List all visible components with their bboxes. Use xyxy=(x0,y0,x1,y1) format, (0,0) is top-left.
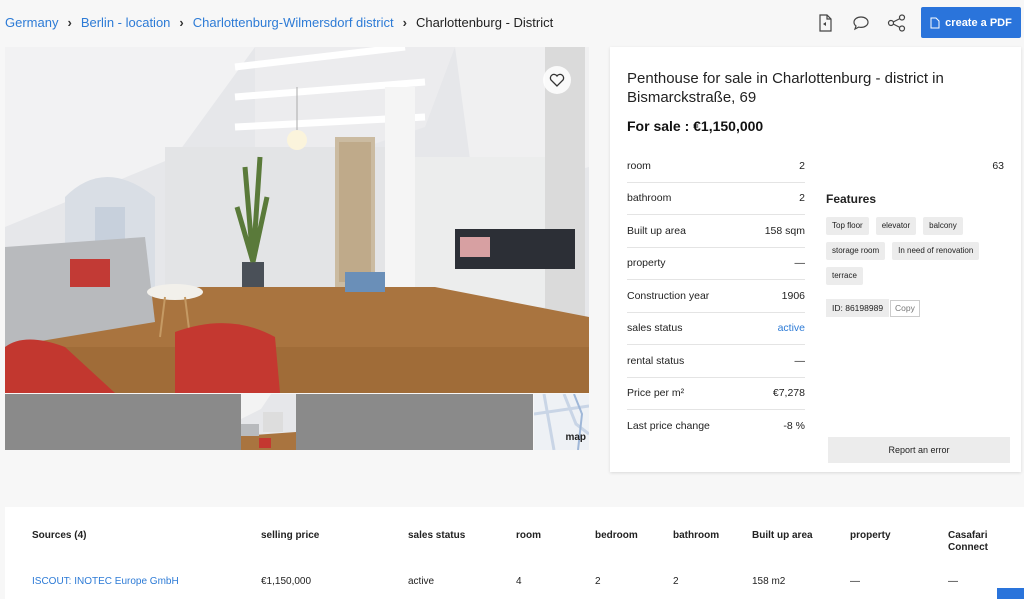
header-room: room xyxy=(516,530,541,541)
features-heading: Features xyxy=(826,192,877,206)
header-sources: Sources (4) xyxy=(32,530,87,541)
cell-bedroom: 2 xyxy=(595,576,601,587)
thumbnail-image[interactable] xyxy=(241,394,296,450)
header-bedroom: bedroom xyxy=(595,530,638,541)
attribute-label: property xyxy=(627,257,666,270)
comment-icon[interactable] xyxy=(843,8,879,38)
document-icon[interactable] xyxy=(807,8,843,38)
thumbnail-strip[interactable] xyxy=(5,394,533,450)
chevron-right-icon: › xyxy=(179,15,184,30)
breadcrumb: Germany › Berlin - location › Charlotten… xyxy=(5,15,553,30)
listing-id: ID: 86198989 xyxy=(826,299,890,317)
attribute-row-construction-year: Construction year 1906 xyxy=(627,280,805,313)
chat-launcher-button[interactable] xyxy=(997,588,1024,599)
attribute-value: 1906 xyxy=(781,289,805,302)
breadcrumb-berlin[interactable]: Berlin - location xyxy=(81,15,171,30)
cell-room: 4 xyxy=(516,576,522,587)
cell-bathroom: 2 xyxy=(673,576,679,587)
main-photo[interactable] xyxy=(5,47,589,393)
listing-price: For sale : €1,150,000 xyxy=(627,118,764,134)
features-tags: Top floor elevator balcony storage room … xyxy=(826,217,1016,292)
attribute-row-rental-status: rental status — xyxy=(627,345,805,378)
attribute-row-bathroom: bathroom 2 xyxy=(627,183,805,215)
listing-title: Penthouse for sale in Charlottenburg - d… xyxy=(627,70,944,106)
feature-tag: storage room xyxy=(826,242,886,260)
report-error-button[interactable]: Report an error xyxy=(828,437,1010,463)
breadcrumb-germany[interactable]: Germany xyxy=(5,15,58,30)
header-selling-price: selling price xyxy=(261,530,320,541)
photo-gallery: map xyxy=(5,47,589,450)
header-built-up-area: Built up area xyxy=(752,530,813,541)
header-property: property xyxy=(850,530,891,541)
pdf-icon xyxy=(930,17,940,28)
top-actions: create a PDF xyxy=(807,7,1024,38)
cell-selling-price: €1,150,000 xyxy=(261,576,312,587)
attribute-label: Construction year xyxy=(627,289,710,302)
attribute-row-price-per-m2: Price per m² €7,278 xyxy=(627,378,805,410)
share-icon[interactable] xyxy=(879,8,915,38)
attribute-value: — xyxy=(794,257,806,270)
attribute-label: Built up area xyxy=(627,224,686,237)
attribute-row-room: room 2 xyxy=(627,150,805,183)
source-link[interactable]: ISCOUT: INOTEC Europe GmbH xyxy=(32,576,179,588)
listing-details-card: Penthouse for sale in Charlottenburg - d… xyxy=(610,47,1021,472)
attribute-row-sales-status: sales status active xyxy=(627,313,805,345)
attribute-value: — xyxy=(794,354,806,367)
header-sales-status: sales status xyxy=(408,530,466,541)
cell-sales-status: active xyxy=(408,576,435,587)
feature-tag: terrace xyxy=(826,267,863,285)
listing-id-box: ID: 86198989 Copy xyxy=(826,299,920,317)
breadcrumb-district[interactable]: Charlottenburg-Wilmersdorf district xyxy=(193,15,394,30)
attribute-value: 2 xyxy=(799,159,805,172)
attribute-label: sales status xyxy=(627,322,683,335)
feature-tag: Top floor xyxy=(826,217,869,235)
attribute-value: 158 sqm xyxy=(764,224,805,237)
chevron-right-icon: › xyxy=(67,15,72,30)
cell-built-up-area: 158 m2 xyxy=(752,576,786,587)
breadcrumb-current: Charlottenburg - District xyxy=(415,15,554,30)
sales-status-link[interactable]: active xyxy=(778,322,805,334)
header-casafari-connect: Casafari Connect xyxy=(948,530,988,553)
side-count: 63 xyxy=(992,160,1004,172)
attribute-label: bathroom xyxy=(627,192,672,205)
cell-casafari-connect: — xyxy=(948,576,958,587)
feature-tag: balcony xyxy=(923,217,963,235)
map-label: map xyxy=(565,432,586,443)
attribute-label: rental status xyxy=(627,354,685,367)
attribute-value: 2 xyxy=(799,192,805,205)
cell-property: — xyxy=(850,576,860,587)
attribute-value: €7,278 xyxy=(772,387,805,400)
attribute-row-property: property — xyxy=(627,248,806,280)
attribute-row-built-up-area: Built up area 158 sqm xyxy=(627,215,805,248)
copy-id-button[interactable]: Copy xyxy=(890,299,920,317)
feature-tag: elevator xyxy=(875,217,917,235)
chevron-right-icon: › xyxy=(402,15,407,30)
attribute-label: Price per m² xyxy=(627,387,685,400)
attributes-table: room 2 bathroom 2 Built up area 158 sqm pro… xyxy=(627,150,805,443)
attribute-value: -8 % xyxy=(783,420,805,433)
favorite-heart-icon[interactable] xyxy=(543,66,571,94)
sources-table: Sources (4) selling price sales status r… xyxy=(5,507,1024,599)
feature-tag: In need of renovation xyxy=(892,242,980,260)
map-thumbnail[interactable]: map xyxy=(534,394,589,450)
top-bar: Germany › Berlin - location › Charlotten… xyxy=(0,0,1024,46)
attribute-label: Last price change xyxy=(627,420,710,433)
attribute-label: room xyxy=(627,159,651,172)
create-pdf-label: create a PDF xyxy=(945,16,1012,29)
attribute-row-last-price-change: Last price change -8 % xyxy=(627,410,805,443)
header-bathroom: bathroom xyxy=(673,530,720,541)
create-pdf-button[interactable]: create a PDF xyxy=(921,7,1021,38)
